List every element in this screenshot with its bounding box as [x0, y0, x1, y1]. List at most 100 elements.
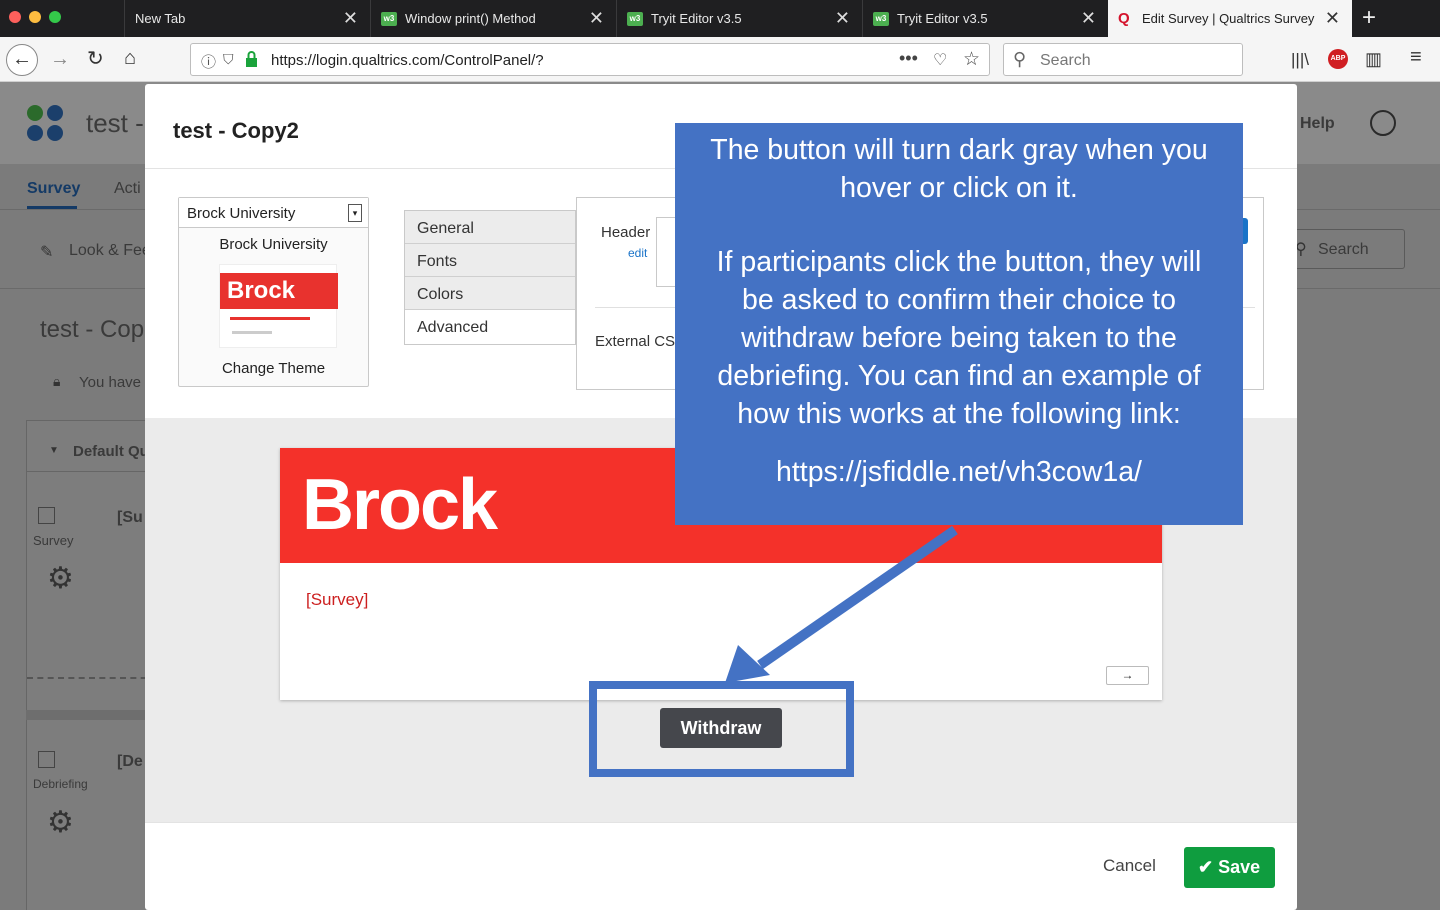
shield-icon[interactable]: ⛉ [223, 51, 234, 68]
url-bar[interactable]: ⓘ ⛉ https://login.qualtrics.com/ControlP… [190, 43, 990, 76]
theme-dropdown[interactable]: Brock University ▾ [179, 198, 368, 228]
navigation-bar: ← → ↻ ⌂ ⓘ ⛉ https://login.qualtrics.com/… [0, 37, 1440, 82]
survey-block-panel: ▼ Default Qu [Su Survey ⚙ [De Debriefing… [26, 420, 157, 910]
header-edit-link[interactable]: edit [628, 246, 647, 260]
theme-name: Brock University [219, 236, 328, 253]
w3-favicon-icon: w3 [381, 11, 397, 26]
annotation-callout: The button will turn dark gray when you … [675, 123, 1243, 525]
home-icon[interactable]: ⌂ [124, 48, 136, 68]
callout-line: debriefing. You can find an example of [717, 360, 1201, 392]
callout-line: be asked to confirm their choice to [741, 284, 1177, 316]
external-css-label: External CS [595, 333, 676, 350]
qualtrics-favicon-icon: Q [1118, 9, 1130, 27]
minimize-window-icon[interactable] [29, 11, 41, 23]
tab-general[interactable]: General [405, 211, 575, 244]
qualtrics-logo-icon [26, 104, 66, 144]
user-avatar-icon[interactable] [1370, 110, 1396, 136]
change-theme-button[interactable]: Change Theme [179, 360, 368, 377]
look-and-feel-button[interactable]: Look & Fee [69, 242, 151, 260]
checkbox-icon[interactable] [38, 507, 55, 524]
tab-label: Tryit Editor v3.5 [651, 11, 742, 26]
question-type: Debriefing [33, 777, 88, 791]
adblock-icon[interactable]: ABP [1328, 49, 1348, 69]
w3-favicon-icon: w3 [873, 11, 889, 26]
callout-line: hover or click on it. [840, 172, 1078, 204]
paintbrush-icon: ✎ [40, 244, 54, 261]
tab-window-print[interactable]: w3 Window print() Method ✕ [370, 0, 616, 37]
question-type: Survey [33, 533, 74, 548]
library-icon[interactable]: |||\ [1291, 50, 1309, 70]
survey-placeholder-text: [Survey] [306, 590, 369, 609]
gear-icon[interactable]: ⚙ [47, 805, 74, 840]
tab-edit-survey[interactable]: Q Edit Survey | Qualtrics Survey ✕ [1108, 0, 1352, 37]
block-divider [27, 471, 157, 472]
close-tab-icon[interactable]: ✕ [1081, 9, 1096, 27]
more-actions-icon[interactable]: ••• [899, 48, 918, 69]
default-question-block: Default Qu [73, 443, 149, 460]
tab-tryit-editor-2[interactable]: w3 Tryit Editor v3.5 ✕ [862, 0, 1108, 37]
search-icon: ⚲ [1013, 49, 1027, 69]
question-label: [Su [117, 509, 143, 526]
bookmark-star-icon[interactable]: ☆ [963, 48, 980, 71]
settings-tab-list: General Fonts Colors Advanced [404, 210, 576, 345]
theme-dropdown-value: Brock University [187, 205, 296, 222]
w3-favicon-icon: w3 [627, 11, 643, 26]
header-label: Header [601, 224, 651, 241]
collapse-caret-icon[interactable]: ▼ [49, 445, 59, 456]
app-search-box[interactable]: ⚲ Search [1290, 229, 1405, 269]
thumbnail-brock-banner: Brock [220, 273, 338, 309]
back-arrow-icon[interactable]: ← [6, 44, 38, 76]
maximize-window-icon[interactable] [49, 11, 61, 23]
tab-label: Edit Survey | Qualtrics Survey [1142, 11, 1315, 26]
callout-link: https://jsfiddle.net/vh3cow1a/ [776, 456, 1142, 488]
reload-icon[interactable]: ↻ [87, 49, 104, 69]
lock-notice: You have [79, 374, 142, 391]
tab-advanced[interactable]: Advanced [405, 310, 575, 343]
theme-thumbnail[interactable]: Brock [219, 264, 338, 348]
new-tab-icon[interactable]: + [1362, 4, 1376, 32]
search-bar[interactable]: ⚲ Search [1003, 43, 1243, 76]
tab-bar: New Tab ✕ w3 Window print() Method ✕ w3 … [0, 0, 1440, 37]
checkbox-icon[interactable] [38, 751, 55, 768]
cancel-button[interactable]: Cancel [1103, 856, 1156, 876]
close-tab-icon[interactable]: ✕ [343, 9, 358, 27]
close-window-icon[interactable] [9, 11, 21, 23]
help-link[interactable]: Help [1300, 115, 1335, 133]
withdraw-highlight-box [589, 681, 854, 777]
checkmark-icon: ✔ [1198, 857, 1219, 877]
thumbnail-input-line [232, 331, 272, 334]
sidebar-icon[interactable]: ▥ [1365, 49, 1382, 69]
menu-icon[interactable]: ≡ [1410, 47, 1422, 67]
close-tab-icon[interactable]: ✕ [835, 9, 850, 27]
callout-line: If participants click the button, they w… [716, 246, 1202, 278]
app-search-placeholder: Search [1318, 241, 1369, 258]
tab-fonts[interactable]: Fonts [405, 244, 575, 277]
page-break-line [27, 677, 157, 679]
lock-icon: 🔒︎ [53, 373, 61, 389]
callout-line: how this works at the following link: [737, 398, 1181, 430]
app-title: test - [86, 108, 144, 138]
next-arrow-button[interactable]: → [1106, 666, 1149, 685]
forward-arrow-icon[interactable]: → [50, 49, 70, 69]
url-text: https://login.qualtrics.com/ControlPanel… [271, 52, 544, 69]
thumbnail-question-line [230, 317, 310, 320]
survey-title: test - Cop [40, 316, 145, 343]
brock-logo: Brock [302, 465, 498, 545]
close-tab-icon[interactable]: ✕ [1325, 9, 1340, 27]
dialog-title: test - Copy2 [173, 118, 299, 143]
nav-tab-actions[interactable]: Acti [114, 180, 141, 198]
save-label: Save [1218, 857, 1261, 877]
search-placeholder: Search [1040, 52, 1091, 69]
tab-tryit-editor-1[interactable]: w3 Tryit Editor v3.5 ✕ [616, 0, 862, 37]
info-icon[interactable]: ⓘ [201, 51, 216, 72]
close-tab-icon[interactable]: ✕ [589, 9, 604, 27]
lock-icon [245, 50, 258, 68]
save-button[interactable]: ✔ Save [1184, 847, 1275, 888]
tab-colors[interactable]: Colors [405, 277, 575, 310]
pocket-icon[interactable]: ♡ [933, 50, 947, 70]
tab-new-tab[interactable]: New Tab ✕ [124, 0, 370, 37]
footer-divider [145, 822, 1297, 823]
nav-tab-survey[interactable]: Survey [27, 180, 80, 198]
dropdown-arrow-icon[interactable]: ▾ [348, 204, 362, 222]
gear-icon[interactable]: ⚙ [47, 561, 74, 596]
